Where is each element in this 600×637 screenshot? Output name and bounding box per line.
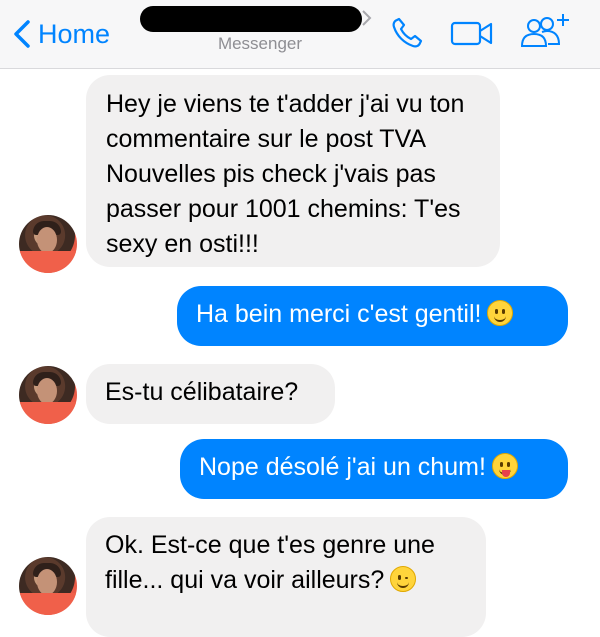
redacted-contact-name[interactable] [140, 6, 362, 32]
add-people-icon [520, 14, 569, 47]
outgoing-message-bubble[interactable]: Nope désolé j'ai un chum! [180, 439, 568, 499]
chevron-right-icon [360, 9, 372, 32]
message-text: Ha bein merci c'est gentil! [196, 300, 482, 328]
tongue-out-face-emoji-icon [491, 453, 518, 479]
contact-avatar[interactable] [19, 557, 77, 615]
winking-face-emoji-icon [390, 566, 417, 592]
message-text: Hey je viens te t'adder j'ai vu ton comm… [106, 90, 465, 258]
message-thread[interactable]: Hey je viens te t'adder j'ai vu ton comm… [0, 69, 600, 637]
video-call-button[interactable] [450, 20, 494, 53]
message-text: Es-tu célibataire? [105, 378, 299, 406]
contact-avatar[interactable] [19, 366, 77, 424]
phone-call-button[interactable] [388, 14, 426, 57]
add-people-button[interactable] [518, 10, 574, 57]
message-text: Nope désolé j'ai un chum! [199, 453, 486, 481]
phone-icon [392, 17, 423, 48]
conversation-header: Home Messenger [0, 0, 600, 69]
outgoing-message-bubble[interactable]: Ha bein merci c'est gentil! [177, 286, 568, 346]
incoming-message-bubble[interactable]: Hey je viens te t'adder j'ai vu ton comm… [86, 75, 500, 267]
incoming-message-bubble[interactable]: Es-tu célibataire? [86, 364, 335, 424]
video-camera-icon [450, 21, 493, 46]
conversation-subtitle: Messenger [217, 34, 303, 53]
contact-avatar[interactable] [19, 215, 77, 273]
smiling-face-emoji-icon [487, 300, 514, 326]
incoming-message-bubble[interactable]: Ok. Est-ce que t'es genre une fille... q… [86, 517, 486, 637]
